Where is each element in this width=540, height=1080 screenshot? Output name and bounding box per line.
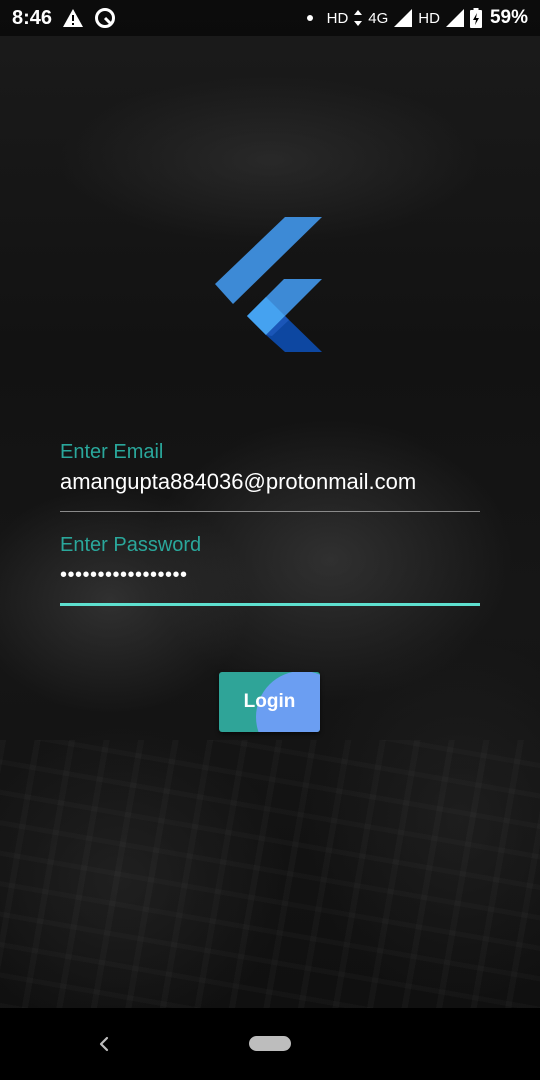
data-arrows-icon — [354, 10, 363, 26]
email-input[interactable]: amangupta884036@protonmail.com — [60, 468, 480, 496]
login-screen: 8:46 HD 4G HD 59% Enter Email amangupta8… — [0, 0, 540, 1080]
background-texture — [0, 740, 540, 1008]
warning-icon — [62, 8, 84, 28]
password-label: Enter Password — [60, 534, 202, 556]
home-pill-icon[interactable] — [249, 1036, 291, 1051]
email-field[interactable]: Enter Email amangupta884036@protonmail.c… — [60, 440, 480, 513]
notification-dot-icon — [306, 15, 313, 21]
status-left: 8:46 — [12, 7, 116, 30]
status-time: 8:46 — [12, 6, 53, 29]
status-bar: 8:46 HD 4G HD 59% — [0, 0, 540, 36]
login-button-label: Login — [243, 691, 296, 712]
back-icon[interactable] — [94, 1030, 114, 1058]
password-field[interactable]: Enter Password ••••••••••••••••• — [60, 533, 480, 607]
data-saver-icon — [94, 7, 116, 29]
email-underline — [60, 511, 480, 512]
status-right: HD 4G HD 59% — [306, 7, 528, 29]
password-input[interactable]: ••••••••••••••••• — [60, 563, 480, 587]
battery-percent: 59% — [489, 7, 528, 28]
hd-indicator: HD — [326, 9, 349, 27]
hd-indicator-2: HD — [418, 9, 440, 27]
flutter-logo — [214, 214, 326, 354]
email-label: Enter Email — [60, 441, 164, 463]
network-type: 4G — [368, 9, 389, 27]
password-underline — [60, 603, 480, 606]
login-button[interactable]: Login — [219, 672, 320, 732]
battery-charging-icon — [469, 8, 482, 28]
signal-icon — [394, 9, 413, 27]
signal-icon-2 — [445, 9, 464, 27]
